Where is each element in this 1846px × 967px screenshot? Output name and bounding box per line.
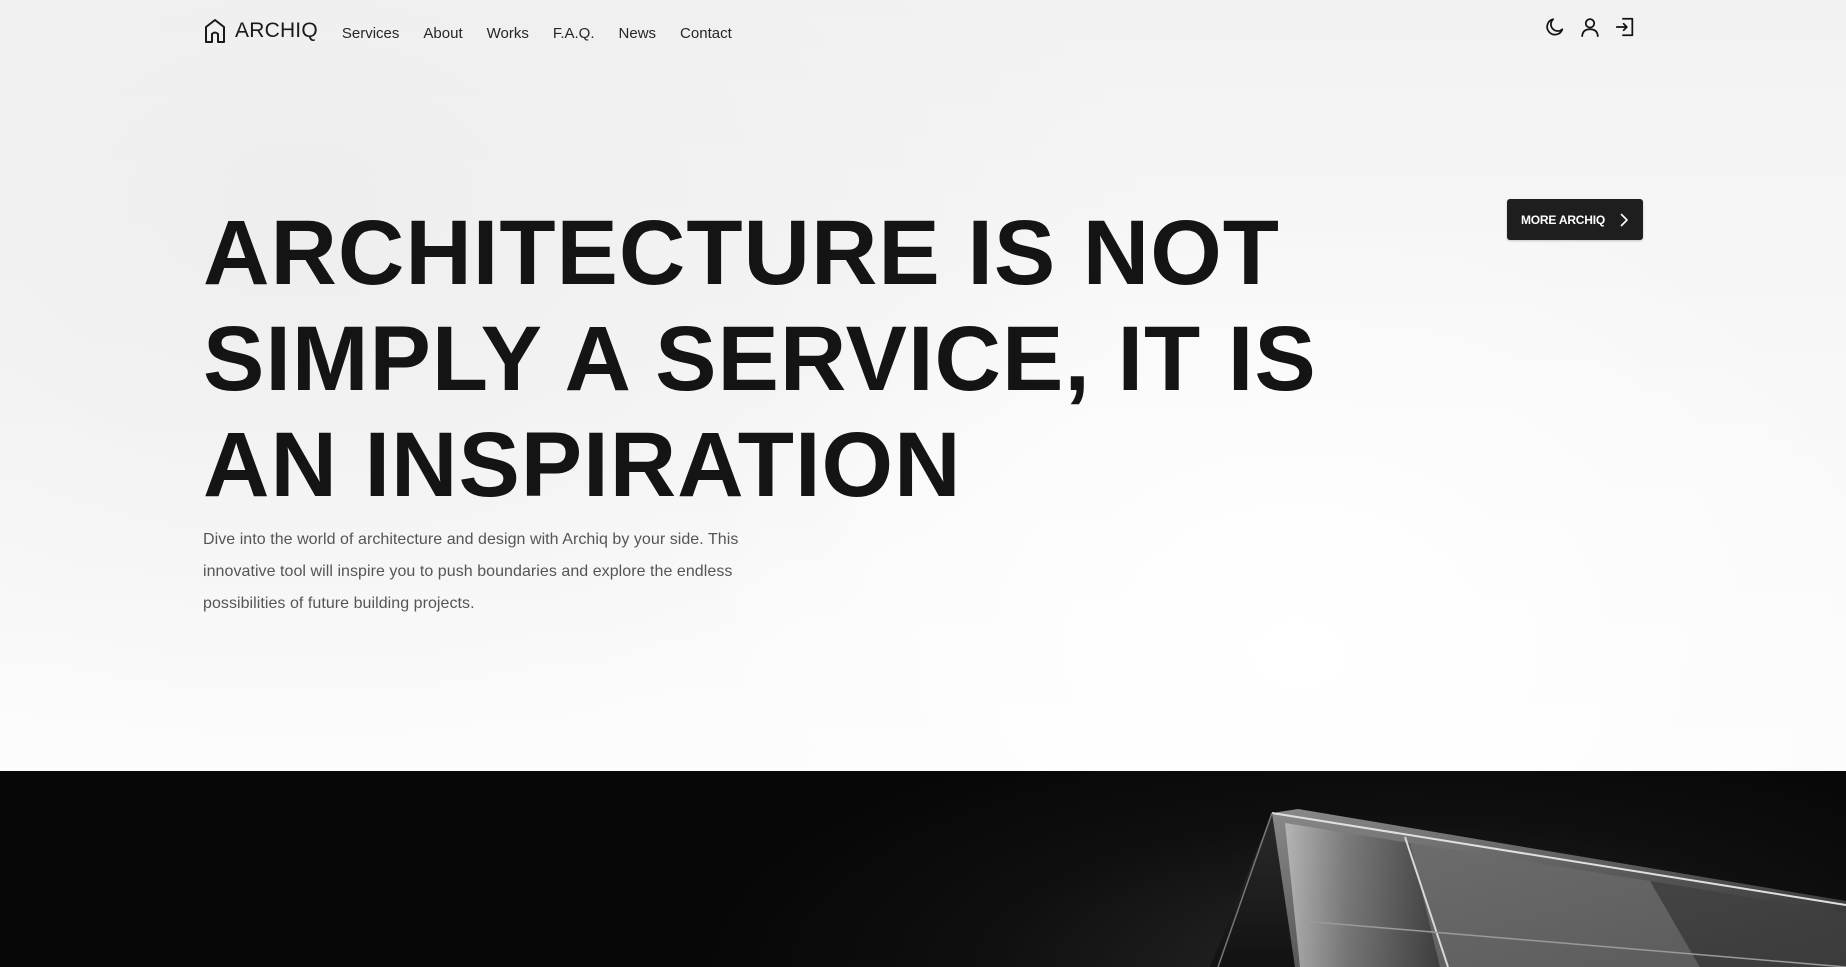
nav-link-news[interactable]: News xyxy=(619,25,657,42)
hero-headline: ARCHITECTURE IS NOT SIMPLY A SERVICE, IT… xyxy=(203,200,1403,518)
brand-logo[interactable]: ARCHIQ xyxy=(203,18,318,44)
headline-line: SIMPLY A SERVICE, IT IS xyxy=(203,308,1317,410)
top-nav: ARCHIQ Services About Works F.A.Q. News … xyxy=(203,14,756,48)
moon-icon xyxy=(1546,18,1564,36)
building-photo xyxy=(0,771,1846,967)
account-button[interactable] xyxy=(1578,15,1602,39)
nav-link-faq[interactable]: F.A.Q. xyxy=(553,25,595,42)
hero-intro-text: Dive into the world of architecture and … xyxy=(203,531,739,612)
hero-section: ARCHIQ Services About Works F.A.Q. News … xyxy=(0,0,1846,771)
building-image xyxy=(1210,809,1846,967)
nav-link-services[interactable]: Services xyxy=(342,25,400,42)
more-archiq-label: MORE ARCHIQ xyxy=(1520,212,1606,227)
page: ARCHIQ Services About Works F.A.Q. News … xyxy=(0,0,1846,967)
headline-line: ARCHITECTURE IS NOT xyxy=(203,202,1280,304)
brand-name: ARCHIQ xyxy=(235,19,318,42)
headline-line: AN INSPIRATION xyxy=(203,414,962,516)
login-button[interactable] xyxy=(1613,15,1637,39)
more-archiq-button[interactable]: MORE ARCHIQ xyxy=(1507,199,1643,240)
nav-actions xyxy=(1543,15,1637,39)
nav-link-works[interactable]: Works xyxy=(487,25,529,42)
nav-links: Services About Works F.A.Q. News Contact xyxy=(342,23,756,42)
login-icon xyxy=(1615,17,1634,37)
theme-toggle-button[interactable] xyxy=(1543,15,1567,39)
nav-link-about[interactable]: About xyxy=(423,25,462,42)
user-icon xyxy=(1581,18,1599,38)
nav-link-contact[interactable]: Contact xyxy=(680,25,732,42)
house-outline-icon xyxy=(205,19,225,43)
chevron-right-icon xyxy=(1620,213,1628,226)
